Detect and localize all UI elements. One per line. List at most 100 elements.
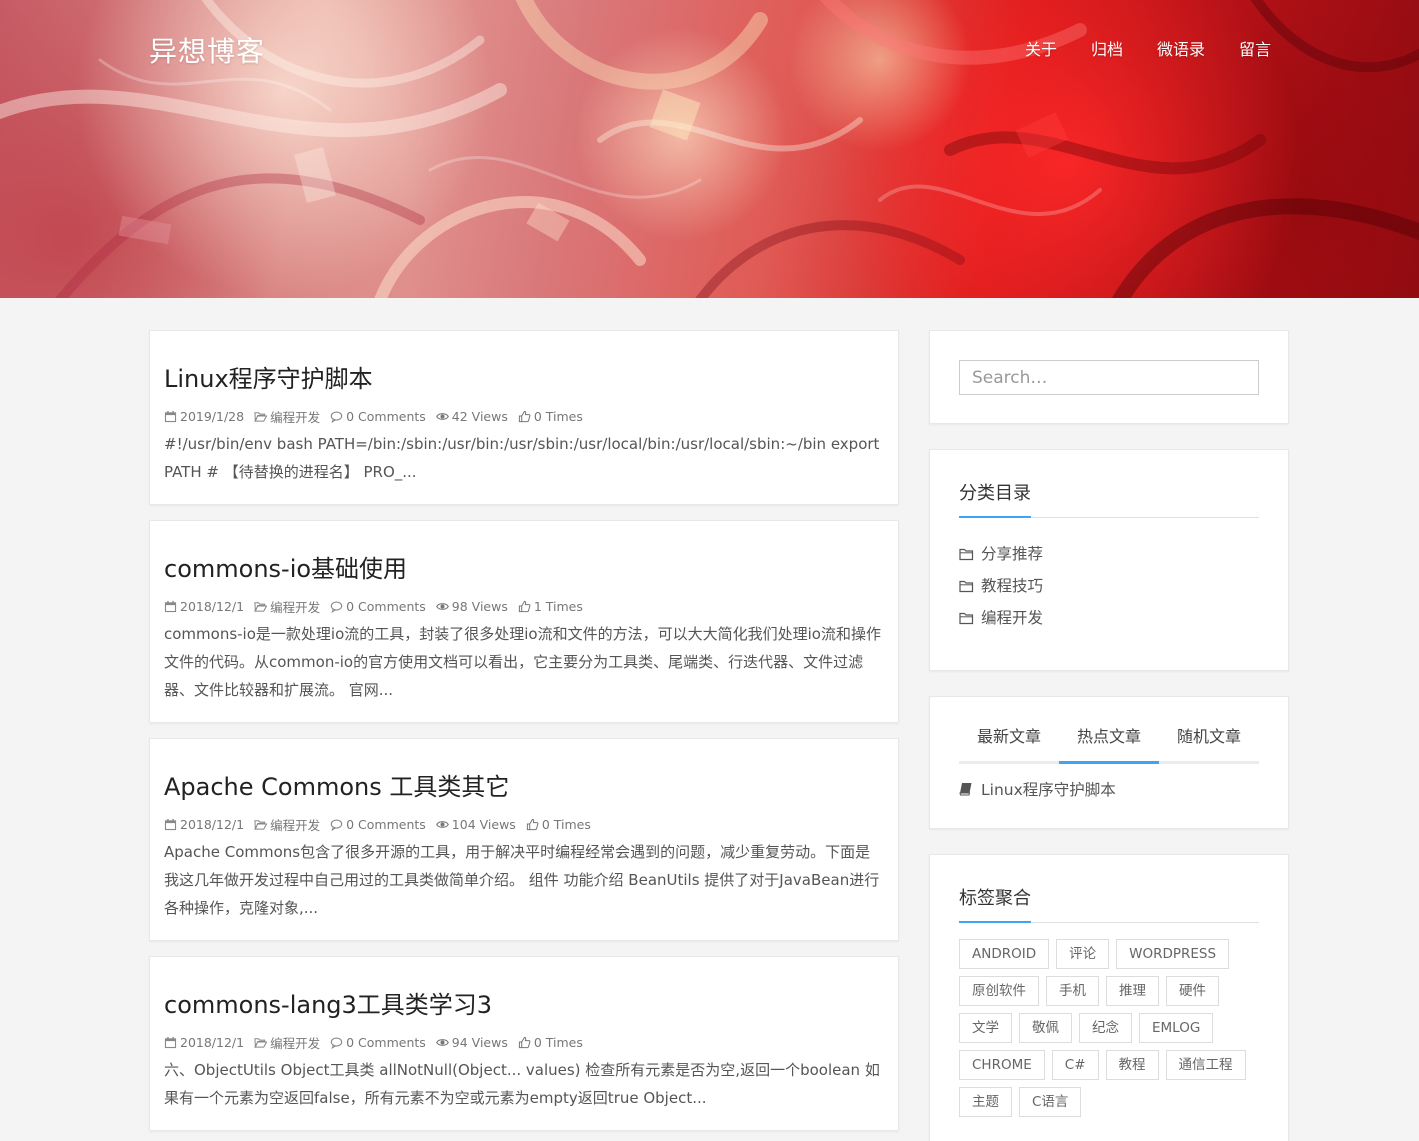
- post-comments[interactable]: 0 Comments: [346, 409, 426, 424]
- tags-title: 标签聚合: [959, 884, 1031, 923]
- tag-item[interactable]: 纪念: [1079, 1013, 1132, 1043]
- hot-post-item[interactable]: Linux程序守护脚本: [959, 778, 1259, 800]
- tag-item[interactable]: 通信工程: [1165, 1050, 1246, 1080]
- tab-latest[interactable]: 最新文章: [959, 723, 1059, 761]
- nav-microblog[interactable]: 微语录: [1157, 36, 1205, 60]
- folder-open-icon: [254, 602, 268, 612]
- calendar-icon: [164, 818, 177, 831]
- post-meta: 2019/1/28 编程开发 0 Comments 42 Views 0 Tim…: [164, 407, 883, 426]
- tag-item[interactable]: 评论: [1056, 939, 1110, 969]
- thumbs-up-icon: [518, 1036, 531, 1049]
- hot-post-title: Linux程序守护脚本: [981, 781, 1116, 799]
- hero-banner: 异想博客 关于 归档 微语录 留言: [0, 0, 1419, 298]
- main-nav: 关于 归档 微语录 留言: [1025, 36, 1271, 60]
- folder-open-icon: [254, 412, 268, 422]
- post-likes[interactable]: 0 Times: [542, 817, 591, 832]
- comment-icon: [330, 1037, 343, 1049]
- folder-open-icon: [254, 1038, 268, 1048]
- post-excerpt: #!/usr/bin/env bash PATH=/bin:/sbin:/usr…: [164, 435, 880, 481]
- post-category[interactable]: 编程开发: [270, 815, 320, 834]
- post-likes[interactable]: 0 Times: [534, 409, 583, 424]
- post-meta: 2018/12/1 编程开发 0 Comments 104 Views 0 Ti…: [164, 815, 883, 834]
- folder-icon: [959, 548, 974, 560]
- tag-item[interactable]: 原创软件: [959, 976, 1039, 1006]
- thumbs-up-icon: [518, 410, 531, 423]
- post-category[interactable]: 编程开发: [270, 597, 320, 616]
- category-label: 分享推荐: [981, 545, 1044, 563]
- tag-item[interactable]: C语言: [1019, 1087, 1082, 1117]
- tag-item[interactable]: 主题: [959, 1087, 1012, 1117]
- tab-hot[interactable]: 热点文章: [1059, 723, 1159, 764]
- search-widget: [929, 330, 1289, 424]
- eye-icon: [435, 1039, 449, 1046]
- post-category[interactable]: 编程开发: [270, 1033, 320, 1052]
- tag-item[interactable]: 推理: [1106, 976, 1159, 1006]
- post-title[interactable]: commons-io基础使用: [164, 551, 883, 587]
- post-views: 98 Views: [451, 599, 508, 614]
- tag-item[interactable]: 教程: [1105, 1050, 1159, 1080]
- tag-cloud: ANDROID 评论 WORDPRESS 原创软件 手机 推理 硬件 文学 敬佩…: [959, 939, 1259, 1117]
- book-icon: [959, 783, 972, 796]
- posts-tabs-widget: 最新文章 热点文章 随机文章 Linux程序守护脚本: [929, 696, 1289, 829]
- post-likes[interactable]: 0 Times: [534, 1035, 583, 1050]
- post-card: Linux程序守护脚本 2019/1/28 编程开发 0 Comments 42…: [149, 330, 899, 505]
- category-list: 分享推荐 教程技巧 编程开发: [959, 538, 1259, 634]
- post-comments[interactable]: 0 Comments: [346, 599, 426, 614]
- folder-icon: [959, 612, 974, 624]
- tag-item[interactable]: 文学: [959, 1013, 1012, 1043]
- folder-icon: [959, 580, 974, 592]
- tag-item[interactable]: C#: [1051, 1050, 1099, 1080]
- post-card: Apache Commons 工具类其它 2018/12/1 编程开发 0 Co…: [149, 738, 899, 941]
- post-date: 2018/12/1: [180, 599, 245, 614]
- comment-icon: [330, 601, 343, 613]
- post-title[interactable]: commons-lang3工具类学习3: [164, 987, 883, 1023]
- tag-item[interactable]: 手机: [1046, 976, 1099, 1006]
- post-excerpt: Apache Commons包含了很多开源的工具，用于解决平时编程经常会遇到的问…: [164, 843, 880, 917]
- thumbs-up-icon: [526, 818, 539, 831]
- post-category[interactable]: 编程开发: [270, 407, 320, 426]
- post-date: 2018/12/1: [180, 1035, 245, 1050]
- nav-guestbook[interactable]: 留言: [1239, 36, 1271, 60]
- sidebar: 分类目录 分享推荐 教程技巧 编程开发 最新文章 热点文章 随机文章 Linux…: [929, 330, 1289, 1141]
- widget-title: 标签聚合: [959, 884, 1259, 923]
- post-card: commons-lang3工具类学习3 2018/12/1 编程开发 0 Com…: [149, 956, 899, 1131]
- post-comments[interactable]: 0 Comments: [346, 817, 426, 832]
- eye-icon: [435, 603, 449, 610]
- post-title[interactable]: Apache Commons 工具类其它: [164, 769, 883, 805]
- post-views: 42 Views: [451, 409, 508, 424]
- post-excerpt: commons-io是一款处理io流的工具，封装了很多处理io流和文件的方法，可…: [164, 625, 881, 699]
- tab-random[interactable]: 随机文章: [1159, 723, 1259, 761]
- post-meta: 2018/12/1 编程开发 0 Comments 98 Views 1 Tim…: [164, 597, 883, 616]
- nav-archive[interactable]: 归档: [1091, 36, 1123, 60]
- category-item[interactable]: 分享推荐: [959, 538, 1259, 570]
- post-tabs: 最新文章 热点文章 随机文章: [959, 723, 1259, 764]
- category-item[interactable]: 教程技巧: [959, 570, 1259, 602]
- post-views: 104 Views: [451, 817, 516, 832]
- site-brand[interactable]: 异想博客: [149, 30, 265, 70]
- post-title[interactable]: Linux程序守护脚本: [164, 361, 883, 397]
- post-card: commons-io基础使用 2018/12/1 编程开发 0 Comments…: [149, 520, 899, 723]
- tag-item[interactable]: EMLOG: [1139, 1013, 1214, 1043]
- categories-widget: 分类目录 分享推荐 教程技巧 编程开发: [929, 449, 1289, 671]
- tag-item[interactable]: 硬件: [1166, 976, 1219, 1006]
- widget-title: 分类目录: [959, 479, 1259, 518]
- post-comments[interactable]: 0 Comments: [346, 1035, 426, 1050]
- comment-icon: [330, 411, 343, 423]
- tag-item[interactable]: 敬佩: [1019, 1013, 1072, 1043]
- calendar-icon: [164, 1036, 177, 1049]
- eye-icon: [435, 413, 449, 420]
- post-likes[interactable]: 1 Times: [534, 599, 583, 614]
- post-date: 2019/1/28: [180, 409, 245, 424]
- category-item[interactable]: 编程开发: [959, 602, 1259, 634]
- post-excerpt: 六、ObjectUtils Object工具类 allNotNull(Objec…: [164, 1061, 880, 1107]
- tag-item[interactable]: CHROME: [959, 1050, 1045, 1080]
- nav-about[interactable]: 关于: [1025, 36, 1057, 60]
- categories-title: 分类目录: [959, 479, 1031, 518]
- calendar-icon: [164, 600, 177, 613]
- tag-item[interactable]: ANDROID: [959, 939, 1050, 969]
- category-label: 编程开发: [981, 609, 1044, 627]
- tag-item[interactable]: WORDPRESS: [1116, 939, 1230, 969]
- search-input[interactable]: [959, 360, 1259, 395]
- post-date: 2018/12/1: [180, 817, 245, 832]
- tags-widget: 标签聚合 ANDROID 评论 WORDPRESS 原创软件 手机 推理 硬件 …: [929, 854, 1289, 1141]
